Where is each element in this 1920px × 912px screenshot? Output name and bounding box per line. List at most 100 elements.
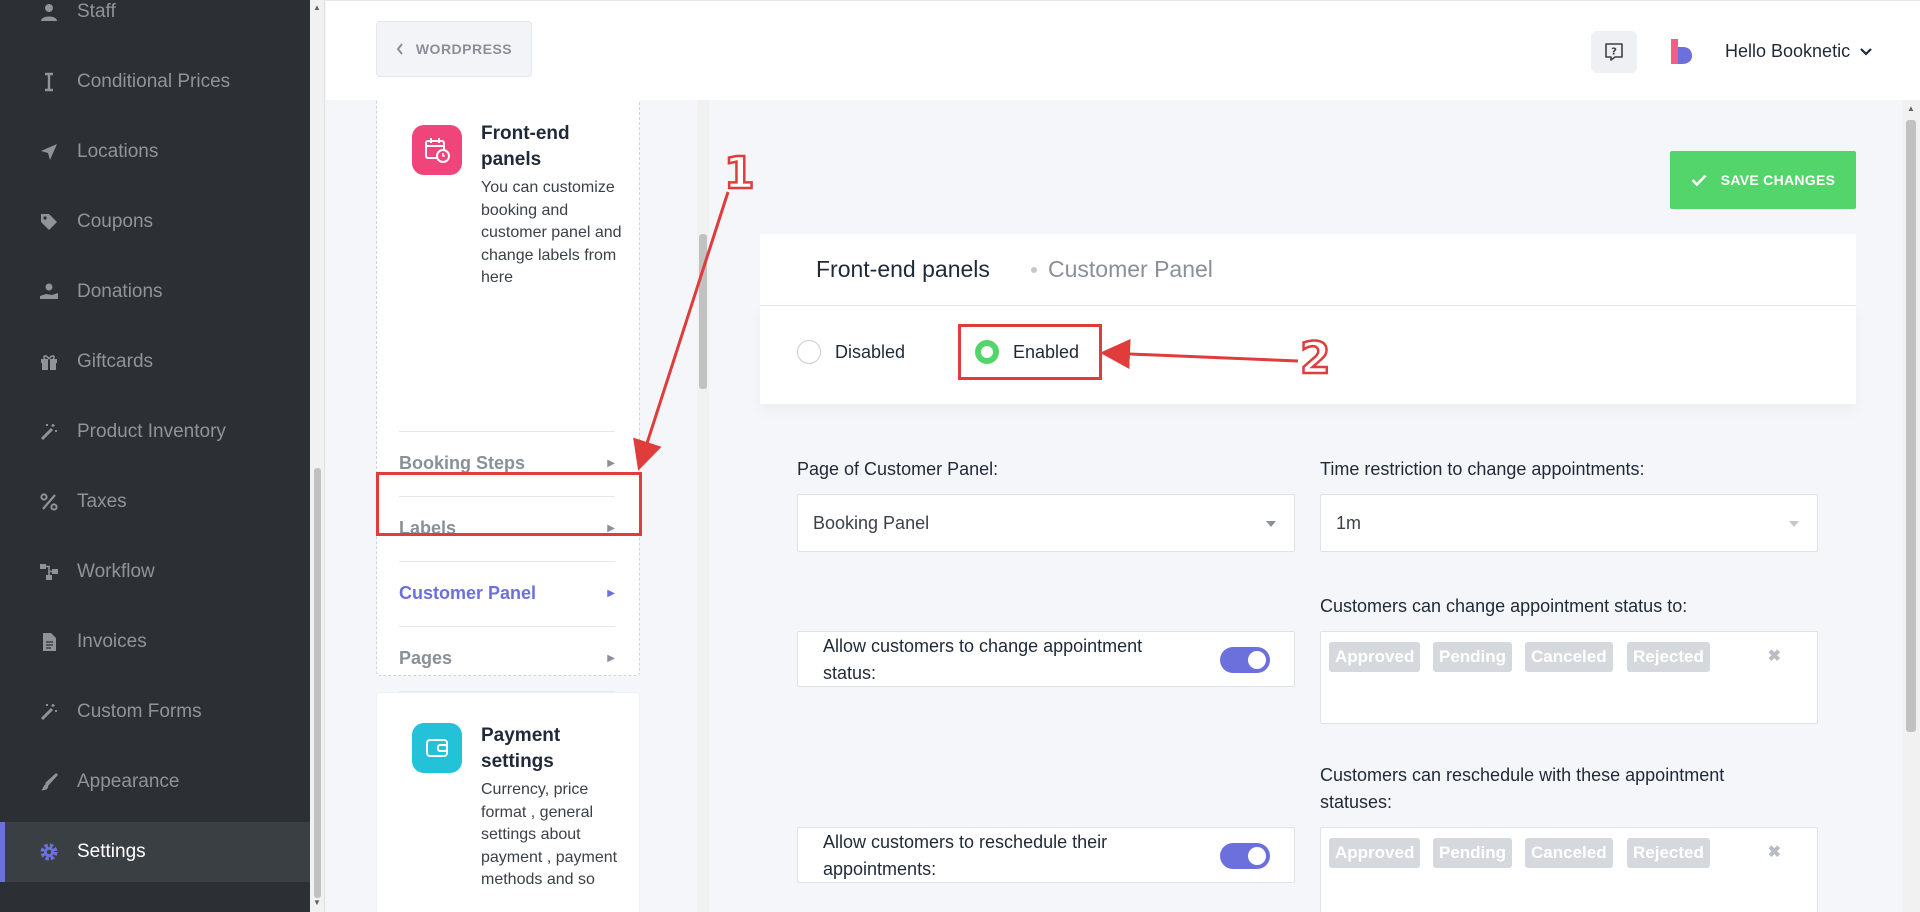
status-to-label: Customers can change appointment status …	[1320, 596, 1688, 616]
frontend-panels-icon	[412, 125, 462, 175]
sidebar-item-donations[interactable]: Donations	[0, 262, 310, 322]
main-sidebar: Staff Conditional Prices Locations Coupons D…	[0, 0, 310, 912]
status-tag-canceled[interactable]: Canceled	[1525, 642, 1613, 672]
allow-change-status-toggle[interactable]	[1220, 647, 1270, 673]
top-header: WORDPRESS ? Hello Booknetic	[326, 0, 1920, 100]
sidebar-item-coupons[interactable]: Coupons	[0, 192, 310, 252]
sidebar-item-label: Giftcards	[77, 351, 154, 372]
sidebar-item-invoices[interactable]: Invoices	[0, 612, 310, 672]
workflow-icon	[38, 561, 60, 583]
chevron-left-icon	[396, 43, 403, 55]
status-tag-rejected[interactable]: Rejected	[1627, 642, 1710, 672]
allow-reschedule-label: Allow customers to reschedule their appo…	[823, 832, 1108, 879]
user-menu[interactable]: Hello Booknetic	[1725, 41, 1872, 62]
caret-right-icon: ▶	[607, 458, 615, 469]
reschedule-statuses-label: Customers can reschedule with these appo…	[1320, 765, 1725, 812]
subitem-label: Customer Panel	[399, 583, 537, 603]
sidebar-item-workflow[interactable]: Workflow	[0, 542, 310, 602]
radio-disabled-circle[interactable]	[797, 340, 821, 364]
calendar-clock-icon	[425, 138, 450, 163]
sidebar-item-taxes[interactable]: Taxes	[0, 472, 310, 532]
allow-reschedule-toggle[interactable]	[1220, 843, 1270, 869]
scroll-down-arrow-icon[interactable]: ▼	[313, 898, 321, 907]
frontend-panels-title: Front-end panels	[481, 123, 570, 170]
caret-down-icon	[1266, 521, 1276, 527]
sidebar-item-label: Donations	[77, 281, 163, 302]
enabled-highlight	[958, 324, 1102, 380]
sidebar-item-label: Invoices	[77, 631, 147, 652]
subitem-customer-panel[interactable]: Customer Panel ▶	[399, 561, 615, 625]
breadcrumb-primary: Front-end panels	[816, 256, 990, 282]
page-of-customer-panel-select[interactable]: Booking Panel	[797, 494, 1295, 552]
sidebar-item-settings[interactable]: Settings	[0, 822, 310, 882]
time-restriction-value: 1m	[1336, 512, 1362, 533]
svg-text:?: ?	[1611, 47, 1617, 58]
status-tag-approved[interactable]: Approved	[1329, 642, 1421, 672]
payment-settings-icon	[412, 723, 462, 773]
customer-panel-highlight	[376, 472, 642, 536]
status-to-multiselect[interactable]: ✖ Approved Pending Canceled Rejected	[1320, 631, 1818, 724]
payment-settings-title: Payment settings	[481, 725, 561, 772]
gear-icon	[38, 841, 60, 863]
categories-scrollbar[interactable]	[697, 100, 709, 912]
help-chat-icon: ?	[1605, 43, 1623, 61]
main-scroll-thumb[interactable]	[1906, 120, 1916, 732]
main-scrollbar[interactable]: ▲	[1902, 100, 1920, 912]
status-tag-rejected[interactable]: Rejected	[1627, 838, 1710, 868]
sidebar-item-label: Product Inventory	[77, 421, 226, 442]
sidebar-item-appearance[interactable]: Appearance	[0, 752, 310, 812]
frontend-panels-description: You can customize booking and customer p…	[481, 179, 622, 287]
clear-status-icon[interactable]: ✖	[1768, 646, 1781, 666]
status-tag-canceled[interactable]: Canceled	[1525, 838, 1613, 868]
payment-settings-card[interactable]: Payment settings Currency, price format …	[376, 692, 640, 912]
sidebar-item-custom-forms[interactable]: Custom Forms	[0, 682, 310, 742]
sidebar-item-product-inventory[interactable]: Product Inventory	[0, 402, 310, 462]
wordpress-back-button[interactable]: WORDPRESS	[376, 21, 532, 77]
sidebar-scrollbar[interactable]: ▲ ▼	[310, 0, 325, 912]
sidebar-item-label: Coupons	[77, 211, 154, 232]
subitem-pages[interactable]: Pages ▶	[399, 626, 615, 690]
user-icon	[38, 1, 60, 23]
sidebar-item-giftcards[interactable]: Giftcards	[0, 332, 310, 392]
save-changes-button[interactable]: SAVE CHANGES	[1670, 151, 1856, 209]
panel-header: Front-end panels Customer Panel	[760, 234, 1856, 306]
status-tag-pending[interactable]: Pending	[1433, 838, 1513, 868]
breadcrumb-separator	[1031, 267, 1037, 273]
allow-change-status-row: Allow customers to change appointment st…	[797, 631, 1295, 687]
categories-scroll-thumb[interactable]	[699, 234, 707, 389]
donation-hand-icon	[38, 281, 60, 303]
booknetic-logo-icon	[1671, 39, 1692, 64]
sidebar-item-label: Custom Forms	[77, 701, 202, 722]
text-cursor-icon	[38, 71, 60, 93]
page-of-customer-panel-label: Page of Customer Panel:	[797, 459, 999, 479]
help-button[interactable]: ?	[1591, 31, 1637, 73]
chevron-down-icon	[1860, 47, 1872, 56]
radio-disabled[interactable]: Disabled	[797, 340, 905, 364]
time-restriction-select[interactable]: 1m	[1320, 494, 1818, 552]
location-arrow-icon	[38, 141, 60, 163]
time-restriction-label: Time restriction to change appointments:	[1320, 459, 1645, 479]
status-tag-pending[interactable]: Pending	[1433, 642, 1513, 672]
scroll-up-arrow-icon[interactable]: ▲	[1907, 104, 1915, 113]
clear-reschedule-icon[interactable]: ✖	[1768, 842, 1781, 862]
sidebar-item-conditional-prices[interactable]: Conditional Prices	[0, 52, 310, 112]
payment-settings-description: Currency, price format , general setting…	[481, 781, 618, 889]
sidebar-item-label: Workflow	[77, 561, 155, 582]
sidebar-item-staff[interactable]: Staff	[0, 0, 310, 42]
status-tag-approved[interactable]: Approved	[1329, 838, 1421, 868]
main-content: SAVE CHANGES Front-end panels Customer P…	[709, 100, 1902, 912]
reschedule-statuses-multiselect[interactable]: ✖ Approved Pending Canceled Rejected	[1320, 827, 1818, 912]
annotation-number-1: 1	[723, 147, 756, 201]
frontend-panels-card[interactable]: Front-end panels You can customize booki…	[376, 100, 640, 733]
magic-wand-icon	[38, 421, 60, 443]
settings-categories: Front-end panels You can customize booki…	[326, 100, 697, 912]
sidebar-item-locations[interactable]: Locations	[0, 122, 310, 182]
percent-icon	[38, 491, 60, 513]
subitem-label: Booking Steps	[399, 453, 526, 473]
scroll-up-arrow-icon[interactable]: ▲	[313, 3, 321, 12]
check-icon	[1691, 174, 1707, 186]
sidebar-item-label: Conditional Prices	[77, 71, 231, 92]
magic-wand-icon	[38, 701, 60, 723]
tag-icon	[38, 211, 60, 233]
sidebar-scroll-thumb[interactable]	[314, 468, 321, 898]
